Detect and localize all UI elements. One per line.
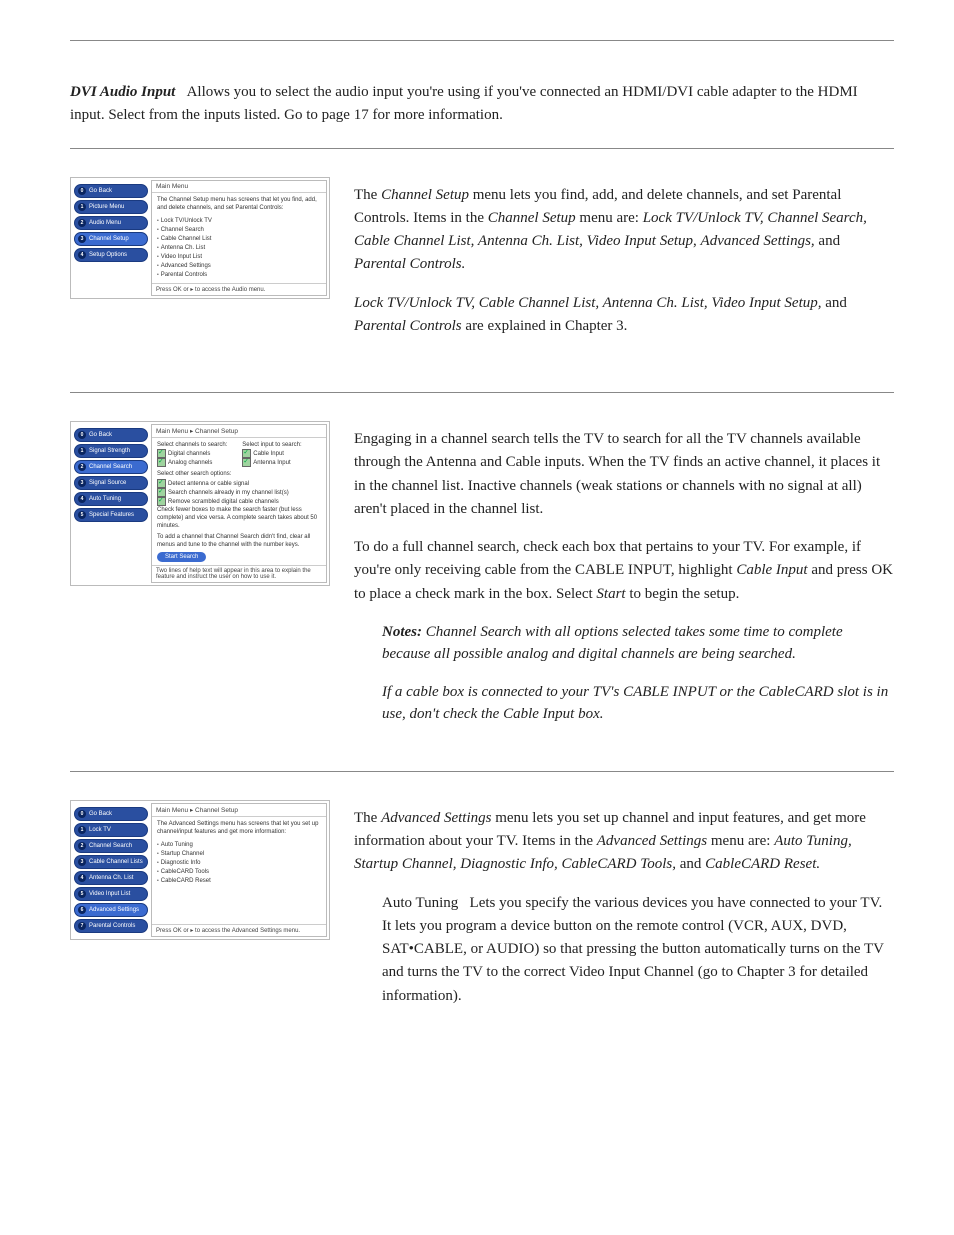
pill: 2Channel Search xyxy=(74,839,148,853)
fig3-desc: The Advanced Settings menu has screens t… xyxy=(157,820,321,836)
fig1-item: Antenna Ch. List xyxy=(157,244,321,252)
pill-go-back: 0Go Back xyxy=(74,184,148,198)
fig1-item: Parental Controls xyxy=(157,271,321,279)
fig3-item: Auto Tuning xyxy=(157,841,321,849)
dvi-text: Allows you to select the audio input you… xyxy=(70,84,858,123)
fig3-item: Diagnostic Info xyxy=(157,859,321,867)
pill: 3Signal Source xyxy=(74,476,148,490)
fig2-sidebar: 0Go Back 1Signal Strength 2Channel Searc… xyxy=(71,422,151,585)
search-note2: If a cable box is connected to your TV's… xyxy=(382,681,894,726)
fig3-item: CableCARD Reset xyxy=(157,877,321,885)
fig2-title: Main Menu ▸ Channel Setup xyxy=(152,425,326,438)
pill: 2Channel Search xyxy=(74,460,148,474)
auto-tuning-text: Lets you specify the various devices you… xyxy=(382,895,884,1004)
fig3-foot: Press OK or ▸ to access the Advanced Set… xyxy=(152,924,326,936)
pill: 5Special Features xyxy=(74,508,148,522)
channel-setup-p2: Lock TV/Unlock TV, Cable Channel List, A… xyxy=(354,292,894,339)
fig2-add-note: To add a channel that Channel Search did… xyxy=(157,533,321,549)
pill-setup-options: 4Setup Options xyxy=(74,248,148,262)
fig3-sidebar: 0Go Back 1Lock TV 2Channel Search 3Cable… xyxy=(71,801,151,939)
auto-tuning-label: Auto Tuning xyxy=(382,895,458,911)
start-search-button: Start Search xyxy=(157,552,206,562)
pill-picture-menu: 1Picture Menu xyxy=(74,200,148,214)
pill: 3Cable Channel Lists xyxy=(74,855,148,869)
pill: 0Go Back xyxy=(74,807,148,821)
pill-audio-menu: 2Audio Menu xyxy=(74,216,148,230)
fig3-item: Startup Channel xyxy=(157,850,321,858)
pill-channel-setup: 3Channel Setup xyxy=(74,232,148,246)
fig3-item: CableCARD Tools xyxy=(157,868,321,876)
fig2-other-h: Select other search options: xyxy=(157,470,321,478)
pill: 4Antenna Ch. List xyxy=(74,871,148,885)
channel-search-row: 0Go Back 1Signal Strength 2Channel Searc… xyxy=(70,413,894,741)
channel-setup-p1: The Channel Setup menu lets you find, ad… xyxy=(354,184,894,277)
dvi-paragraph: DVI Audio Input Allows you to select the… xyxy=(70,81,894,128)
pill: 4Auto Tuning xyxy=(74,492,148,506)
search-p2: To do a full channel search, check each … xyxy=(354,536,894,606)
fig1-foot: Press OK or ▸ to access the Audio menu. xyxy=(152,283,326,295)
checkbox-icon xyxy=(242,458,251,467)
pill: 7Parental Controls xyxy=(74,919,148,933)
fig2-note: Check fewer boxes to make the search fas… xyxy=(157,506,321,530)
fig1-title: Main Menu xyxy=(152,181,326,193)
checkbox-icon xyxy=(157,497,166,506)
fig1-sidebar: 0Go Back 1Picture Menu 2Audio Menu 3Chan… xyxy=(71,178,151,299)
fig2-rcol-h: Select input to search: xyxy=(242,441,321,449)
fig2-foot: Two lines of help text will appear in th… xyxy=(152,565,326,582)
auto-tuning-block: Auto Tuning Lets you specify the various… xyxy=(382,892,894,1008)
fig1-item: Video Input List xyxy=(157,253,321,261)
pill: 1Signal Strength xyxy=(74,444,148,458)
fig-channel-setup: 0Go Back 1Picture Menu 2Audio Menu 3Chan… xyxy=(70,177,330,300)
pill: 0Go Back xyxy=(74,428,148,442)
advanced-p1: The Advanced Settings menu lets you set … xyxy=(354,807,894,877)
fig3-title: Main Menu ▸ Channel Setup xyxy=(152,804,326,817)
dvi-label: DVI Audio Input xyxy=(70,84,175,100)
fig1-item: Lock TV/Unlock TV xyxy=(157,217,321,225)
channel-setup-row: 0Go Back 1Picture Menu 2Audio Menu 3Chan… xyxy=(70,169,894,353)
fig1-desc: The Channel Setup menu has screens that … xyxy=(157,196,321,212)
checkbox-icon xyxy=(157,458,166,467)
search-p1: Engaging in a channel search tells the T… xyxy=(354,428,894,521)
search-note1: Notes: Channel Search with all options s… xyxy=(382,621,894,666)
fig1-item: Channel Search xyxy=(157,226,321,234)
advanced-row: 0Go Back 1Lock TV 2Channel Search 3Cable… xyxy=(70,792,894,1023)
pill: 6Advanced Settings xyxy=(74,903,148,917)
fig1-item: Cable Channel List xyxy=(157,235,321,243)
fig-channel-search: 0Go Back 1Signal Strength 2Channel Searc… xyxy=(70,421,330,586)
pill: 1Lock TV xyxy=(74,823,148,837)
fig2-lcol-h: Select channels to search: xyxy=(157,441,236,449)
fig1-item: Advanced Settings xyxy=(157,262,321,270)
pill: 5Video Input List xyxy=(74,887,148,901)
fig-advanced: 0Go Back 1Lock TV 2Channel Search 3Cable… xyxy=(70,800,330,940)
